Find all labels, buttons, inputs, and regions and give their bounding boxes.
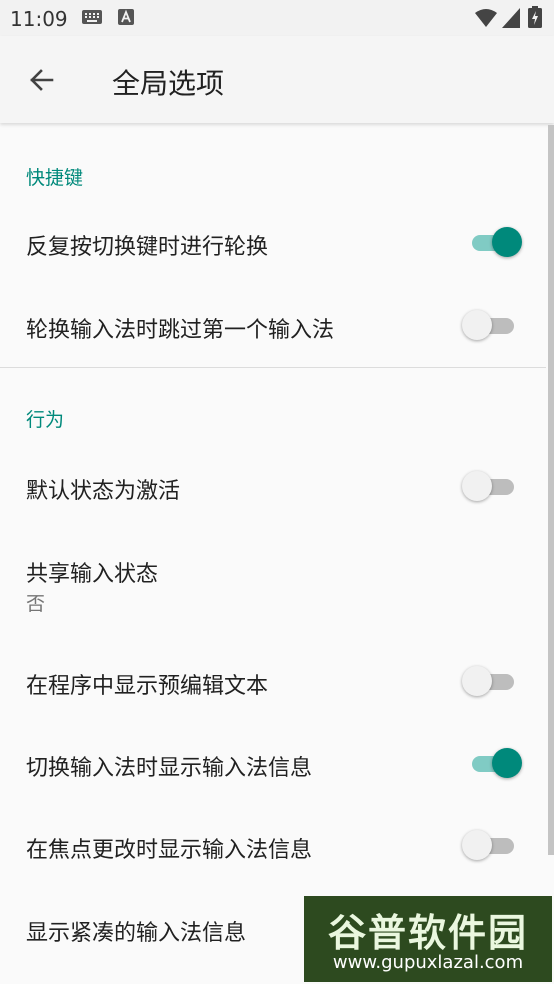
- watermark-name: 谷普软件园: [327, 911, 528, 955]
- toggle-show-info-on-switch[interactable]: [462, 746, 524, 780]
- pref-share-input-state-summary: 否: [26, 593, 46, 615]
- scrollbar[interactable]: [548, 125, 554, 855]
- status-bar: 11:09: [0, 0, 554, 36]
- app-bar: 全局选项: [0, 36, 554, 123]
- pref-show-preedit-title[interactable]: 在程序中显示预编辑文本: [26, 668, 268, 700]
- signal-icon: [502, 8, 520, 28]
- pref-show-info-on-focus-title[interactable]: 在焦点更改时显示输入法信息: [26, 832, 312, 864]
- a-icon: [118, 9, 134, 25]
- toggle-default-active[interactable]: [462, 469, 524, 503]
- pref-compact-info-title[interactable]: 显示紧凑的输入法信息: [26, 915, 246, 947]
- status-time: 11:09: [10, 7, 68, 31]
- battery-icon: [528, 6, 542, 28]
- switch-thumb: [462, 310, 492, 340]
- watermark-logo: 谷普软件园 www.gupuxlazal.com: [304, 896, 552, 982]
- pref-show-info-on-switch-title[interactable]: 切换输入法时显示输入法信息: [26, 750, 312, 782]
- toggle-show-info-on-focus[interactable]: [462, 828, 524, 862]
- switch-thumb: [492, 748, 522, 778]
- preference-list[interactable]: 快捷键 反复按切换键时进行轮换 轮换输入法时跳过第一个输入法 行为 默认状态为激…: [0, 125, 546, 984]
- toggle-cycle-on-switch[interactable]: [462, 225, 524, 259]
- pref-share-input-state-title[interactable]: 共享输入状态: [26, 556, 158, 588]
- switch-thumb: [462, 471, 492, 501]
- category-shortcuts: 快捷键: [26, 167, 84, 189]
- switch-thumb: [462, 830, 492, 860]
- switch-thumb: [462, 666, 492, 696]
- pref-default-active-title[interactable]: 默认状态为激活: [26, 473, 180, 505]
- toggle-show-preedit[interactable]: [462, 664, 524, 698]
- section-divider: [0, 367, 546, 368]
- watermark-url: www.gupuxlazal.com: [332, 952, 524, 973]
- page-title: 全局选项: [112, 67, 225, 100]
- toggle-skip-first-ime[interactable]: [462, 308, 524, 342]
- switch-thumb: [492, 227, 522, 257]
- pref-skip-first-ime-title[interactable]: 轮换输入法时跳过第一个输入法: [26, 312, 334, 344]
- keyboard-icon: [82, 10, 102, 24]
- back-arrow-icon[interactable]: [26, 64, 58, 96]
- wifi-icon: [475, 9, 497, 27]
- category-behavior: 行为: [26, 409, 65, 431]
- pref-cycle-on-switch-title[interactable]: 反复按切换键时进行轮换: [26, 229, 268, 261]
